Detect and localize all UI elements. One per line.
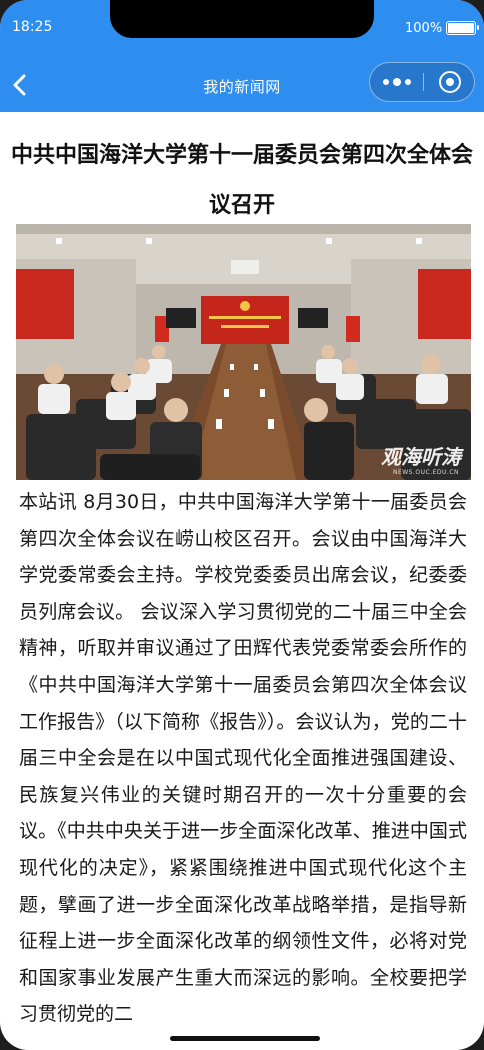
device-notch (110, 0, 374, 38)
photo-watermark: 观海听涛 (381, 445, 461, 469)
more-dots-icon (383, 79, 389, 85)
battery-percentage: 100% (405, 21, 443, 36)
status-bar: 18:25 100% (0, 0, 484, 58)
home-indicator[interactable] (170, 1036, 320, 1041)
photo-watermark-url: NEWS.OUC.EDU.CN (392, 469, 459, 476)
phone-screen: 18:25 100% 我的新闻网 中共中国海洋大学第十一届委员会第四次全体会议召… (0, 0, 484, 1050)
article: 中共中国海洋大学第十一届委员会第四次全体会议召开 观海听涛 NEWS.OUC.E… (0, 112, 484, 1025)
battery-icon (446, 21, 479, 35)
mini-program-capsule (369, 62, 475, 102)
article-title: 中共中国海洋大学第十一届委员会第四次全体会议召开 (10, 142, 473, 218)
more-menu-button[interactable] (370, 63, 423, 101)
article-body: 本站讯 8月30日，中共中国海洋大学第十一届委员会第四次全体会议在崂山校区召开。… (19, 491, 467, 1026)
status-time: 18:25 (12, 19, 53, 35)
close-mini-program-button[interactable] (423, 63, 476, 101)
article-photo: 观海听涛 NEWS.OUC.EDU.CN (16, 224, 471, 480)
navigation-bar: 我的新闻网 (0, 58, 484, 112)
